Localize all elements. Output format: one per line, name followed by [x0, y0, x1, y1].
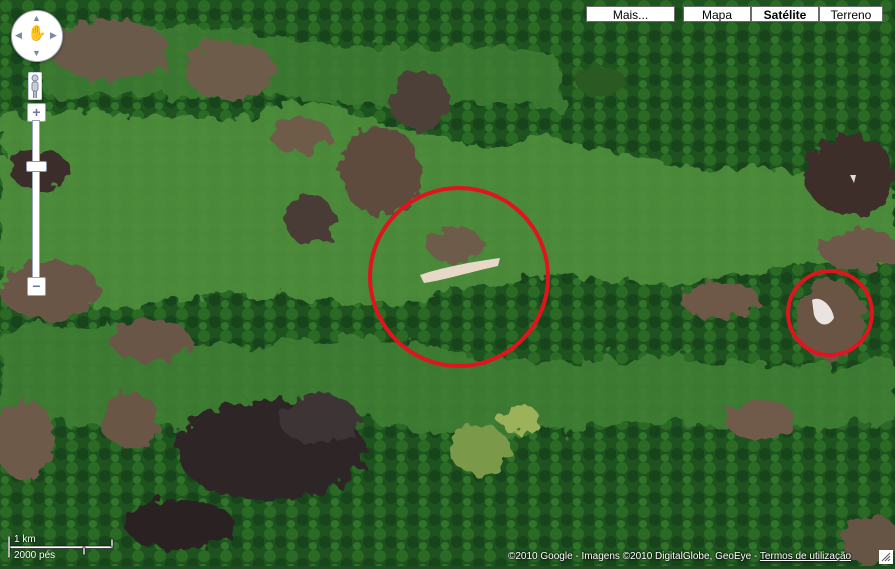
map-type-map[interactable]: Mapa: [683, 6, 751, 22]
map-type-terrain[interactable]: Terreno: [819, 6, 883, 22]
copyright-text: ©2010 Google - Imagens ©2010 DigitalGlob…: [508, 551, 760, 562]
scale-ft-label: 2000 pés: [14, 550, 56, 561]
pan-left-icon[interactable]: ◀: [15, 31, 22, 40]
pan-down-icon[interactable]: ▼: [32, 49, 41, 58]
more-button[interactable]: Mais...: [586, 6, 675, 22]
pan-right-icon[interactable]: ▶: [50, 31, 57, 40]
zoom-out-button[interactable]: −: [27, 277, 46, 296]
pegman-icon[interactable]: [28, 72, 42, 100]
expand-icon[interactable]: [879, 550, 893, 564]
scale-km-label: 1 km: [14, 534, 36, 545]
zoom-slider-handle[interactable]: [26, 161, 47, 172]
pan-up-icon[interactable]: ▲: [32, 14, 41, 23]
scale-bar: 1 km 2000 pés: [8, 534, 128, 561]
pan-control[interactable]: ▲ ◀ ▶ ▼ ✋: [11, 10, 63, 62]
copyright: ©2010 Google - Imagens ©2010 DigitalGlob…: [508, 551, 851, 562]
map-type-satellite[interactable]: Satélite: [751, 6, 819, 22]
terms-link[interactable]: Termos de utilização: [760, 551, 851, 562]
zoom-slider-track[interactable]: [32, 120, 40, 280]
satellite-map[interactable]: [0, 0, 895, 566]
hand-icon[interactable]: ✋: [27, 24, 47, 46]
